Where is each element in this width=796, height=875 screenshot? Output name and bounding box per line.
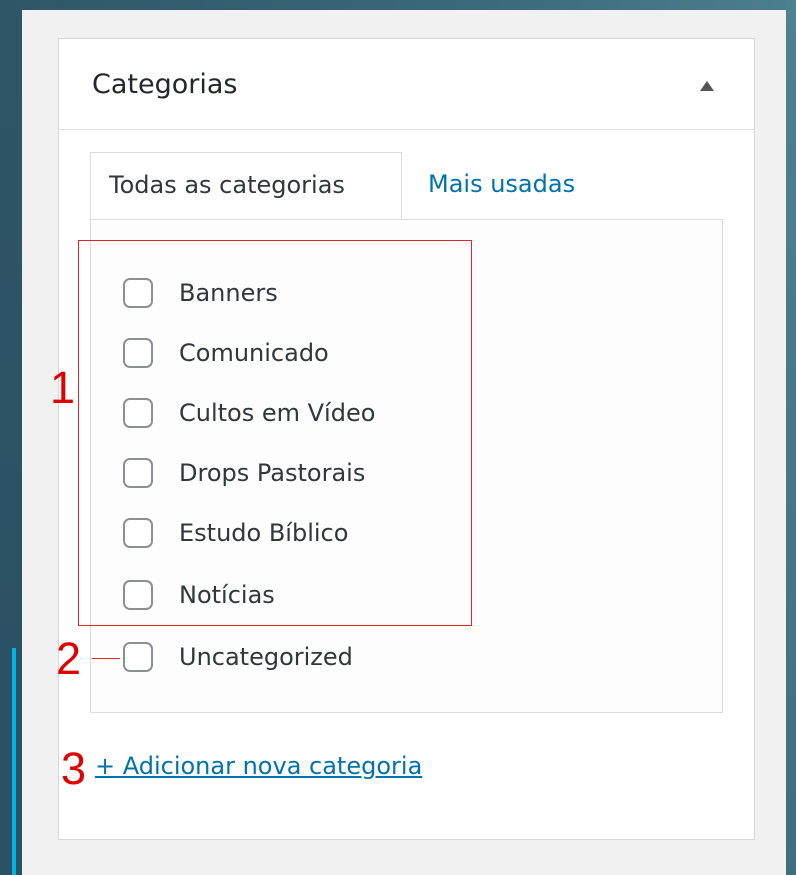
category-item-banners[interactable]: Banners bbox=[123, 273, 278, 313]
category-item-uncategorized[interactable]: Uncategorized bbox=[123, 637, 353, 677]
category-item-noticias[interactable]: Notícias bbox=[123, 575, 275, 615]
category-item-drops-pastorais[interactable]: Drops Pastorais bbox=[123, 453, 365, 493]
category-label: Cultos em Vídeo bbox=[179, 399, 376, 427]
postbox-header: Categorias bbox=[59, 39, 754, 130]
annotation-number-2: 2 bbox=[56, 633, 82, 684]
category-checkbox[interactable] bbox=[123, 338, 153, 368]
add-new-category-link[interactable]: + Adicionar nova categoria bbox=[95, 752, 422, 780]
category-checkbox[interactable] bbox=[123, 642, 153, 672]
background-top-edge bbox=[0, 0, 796, 10]
category-label: Banners bbox=[179, 279, 278, 307]
annotation-connector-line bbox=[92, 658, 120, 659]
tab-all-categories[interactable]: Todas as categorias bbox=[90, 152, 402, 220]
category-checkbox[interactable] bbox=[123, 518, 153, 548]
category-label: Comunicado bbox=[179, 339, 329, 367]
category-checkbox[interactable] bbox=[123, 398, 153, 428]
category-label: Notícias bbox=[179, 581, 275, 609]
category-item-cultos-em-video[interactable]: Cultos em Vídeo bbox=[123, 393, 375, 433]
accent-strip bbox=[0, 648, 16, 875]
category-checkbox[interactable] bbox=[123, 458, 153, 488]
annotation-number-1: 1 bbox=[50, 362, 76, 413]
category-label: Uncategorized bbox=[179, 643, 353, 671]
background-right-edge bbox=[786, 0, 796, 875]
annotation-number-3: 3 bbox=[61, 743, 87, 794]
category-checkbox[interactable] bbox=[123, 580, 153, 610]
triangle-up-icon[interactable] bbox=[700, 81, 714, 91]
postbox-title: Categorias bbox=[92, 69, 238, 100]
category-item-estudo-biblico[interactable]: Estudo Bíblico bbox=[123, 513, 348, 553]
category-item-comunicado[interactable]: Comunicado bbox=[123, 333, 329, 373]
category-label: Estudo Bíblico bbox=[179, 519, 349, 547]
category-label: Drops Pastorais bbox=[179, 459, 366, 487]
category-checkbox[interactable] bbox=[123, 278, 153, 308]
